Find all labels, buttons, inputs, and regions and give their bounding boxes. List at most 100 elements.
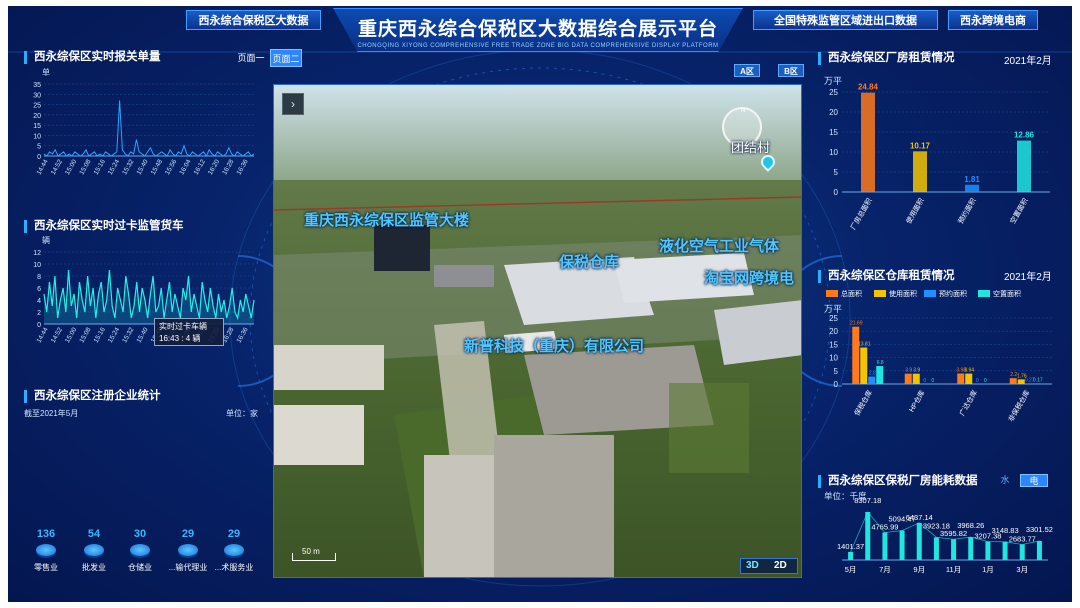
bar bbox=[968, 537, 974, 560]
water-tab[interactable]: 水 bbox=[994, 474, 1016, 487]
y-tick-label: 5 bbox=[834, 168, 839, 177]
enterprise-stat-label: 零售业 bbox=[34, 563, 58, 572]
map-label-supervision-building[interactable]: 重庆西永综保区监管大楼 bbox=[304, 209, 469, 230]
y-tick-label: 0 bbox=[834, 188, 839, 197]
x-tick-label: 9月 bbox=[913, 565, 925, 574]
map-label-xinpu[interactable]: 新普科技（重庆）有限公司 bbox=[464, 335, 644, 356]
nav-tab-bigdata[interactable]: 西永综合保税区大数据 bbox=[186, 10, 321, 30]
view-2d-button[interactable]: 2D bbox=[774, 560, 787, 571]
enterprise-stat-item: 54 批发业 bbox=[72, 528, 116, 573]
bar bbox=[865, 512, 871, 560]
legend-swatch bbox=[826, 290, 838, 297]
enterprise-stat-value: 30 bbox=[133, 528, 147, 540]
bar bbox=[965, 373, 973, 384]
bar-value-label: 3.94 bbox=[964, 368, 974, 374]
nav-tab-national-data[interactable]: 全国特殊监管区域进出口数据 bbox=[753, 10, 938, 30]
legend-item[interactable]: 使用面积 bbox=[874, 289, 917, 299]
customs-line-chart: 0510152025303514:44 14:52 15:00 15:08 15:16 1… bbox=[33, 82, 255, 176]
enterprise-stat-item: 29 ...术服务业 bbox=[212, 528, 256, 573]
map-label-liquefied-air[interactable]: 液化空气工业气体 bbox=[659, 235, 779, 256]
x-tick-label: 16:20 bbox=[207, 158, 221, 176]
warehouse-date: 2021年2月 bbox=[1004, 272, 1052, 283]
bar bbox=[912, 373, 920, 384]
truck-tooltip: 实时过卡车辆 16:43 : 4 辆 bbox=[154, 318, 224, 346]
bar bbox=[876, 366, 884, 384]
y-tick-label: 20 bbox=[829, 108, 838, 117]
x-tick-label: 非保税仓库 bbox=[1006, 389, 1031, 424]
y-tick-label: 5 bbox=[834, 367, 839, 376]
page-two-button[interactable]: 页面二 bbox=[270, 49, 302, 67]
x-tick-label: 预约面积 bbox=[956, 197, 978, 226]
warehouse-panel-title: 西永综保区仓库租赁情况 bbox=[818, 270, 955, 283]
bar bbox=[882, 532, 888, 560]
stat-pedestal-icon bbox=[84, 544, 104, 556]
x-tick-label: 14:52 bbox=[50, 326, 64, 344]
view-3d-button[interactable]: 3D bbox=[746, 560, 759, 571]
bar bbox=[860, 347, 868, 384]
bar bbox=[1019, 544, 1025, 560]
expand-sidebar-button[interactable]: › bbox=[282, 93, 304, 115]
enterprise-stat-item: 30 仓储业 bbox=[118, 528, 162, 573]
3d-map-view[interactable]: › N 团结村 重庆西永综保区监管大楼 保税仓库 液化空气工业气体 淘宝网跨境电… bbox=[273, 84, 802, 578]
enterprise-panel-title: 西永综保区注册企业统计 bbox=[24, 390, 161, 403]
electricity-tab[interactable]: 电 bbox=[1020, 474, 1048, 487]
bar bbox=[951, 539, 957, 560]
enterprise-as-of: 截至2021年5月 bbox=[24, 409, 79, 418]
x-tick-label: 11月 bbox=[946, 565, 961, 574]
y-tick-label: 15 bbox=[829, 128, 838, 137]
y-tick-label: 30 bbox=[33, 92, 41, 99]
bar bbox=[957, 373, 965, 384]
bar bbox=[848, 551, 854, 560]
x-tick-label: 7月 bbox=[879, 565, 891, 574]
x-tick-label: 广达仓库 bbox=[957, 389, 979, 418]
y-tick-label: 25 bbox=[829, 88, 838, 97]
x-tick-label: 5月 bbox=[845, 565, 857, 574]
area-b-button[interactable]: B区 bbox=[778, 64, 804, 77]
bar-value-label: 13.81 bbox=[858, 342, 871, 348]
legend-item[interactable]: 总面积 bbox=[826, 289, 862, 299]
map-label-bonded-warehouse[interactable]: 保税仓库 bbox=[559, 251, 619, 272]
y-tick-label: 10 bbox=[33, 133, 41, 140]
stat-pedestal-icon bbox=[224, 544, 244, 556]
y-tick-label: 20 bbox=[829, 327, 838, 336]
x-tick-label: 15:08 bbox=[78, 326, 92, 344]
dashboard: 西永综合保税区大数据 重庆西永综合保税区大数据综合展示平台 CHONGQING … bbox=[8, 6, 1072, 602]
legend-swatch bbox=[978, 290, 990, 297]
legend-label: 总面积 bbox=[841, 291, 862, 298]
bar-value-label: 0 bbox=[984, 378, 987, 384]
y-tick-label: 0 bbox=[834, 380, 839, 389]
bar-value-label: 10.17 bbox=[910, 141, 931, 150]
nav-tab-cross-border[interactable]: 西永跨境电商 bbox=[948, 10, 1038, 30]
map-label-taobao[interactable]: 淘宝网跨境电 bbox=[704, 267, 794, 288]
legend-item[interactable]: 预约面积 bbox=[924, 289, 967, 299]
y-tick-label: 6 bbox=[37, 286, 41, 293]
bar bbox=[904, 373, 912, 384]
page-subtitle: CHONGQING XIYONG COMPREHENSIVE FREE TRAD… bbox=[357, 43, 719, 49]
x-tick-label: 厂房总面积 bbox=[848, 197, 873, 232]
x-tick-label: 空置面积 bbox=[1008, 197, 1030, 226]
bar-value-label: 21.69 bbox=[850, 321, 863, 327]
y-tick-label: 15 bbox=[829, 340, 838, 349]
stat-pedestal-icon bbox=[36, 544, 56, 556]
x-tick-label: 15:40 bbox=[136, 158, 150, 176]
truck-area-chart: 02468101214:44 14:52 15:00 15:08 15:16 15:24 1… bbox=[33, 250, 255, 344]
bar bbox=[965, 184, 979, 192]
truck-panel-title: 西永综保区实时过卡监管货车 bbox=[24, 220, 184, 233]
x-tick-label: 15:40 bbox=[136, 326, 150, 344]
x-tick-label: 15:32 bbox=[121, 326, 135, 344]
bar bbox=[1002, 541, 1008, 560]
energy-panel-title: 西永综保区保税厂房能耗数据 bbox=[818, 475, 978, 488]
bar bbox=[916, 522, 922, 560]
legend-item[interactable]: 空置面积 bbox=[978, 289, 1021, 299]
x-tick-label: 16:36 bbox=[236, 158, 250, 176]
y-tick-label: 12 bbox=[33, 250, 41, 257]
enterprise-stat-value: 54 bbox=[87, 528, 101, 540]
bar-value-label: 12.86 bbox=[1014, 131, 1035, 140]
x-tick-label: 15:24 bbox=[107, 326, 121, 344]
area-a-button[interactable]: A区 bbox=[734, 64, 760, 77]
page-one-button[interactable]: 页面一 bbox=[236, 49, 266, 67]
x-tick-label: 15:16 bbox=[93, 326, 107, 344]
bar bbox=[1017, 379, 1025, 384]
enterprise-stat-item: 29 ...输代理业 bbox=[166, 528, 210, 573]
bar bbox=[899, 530, 905, 560]
